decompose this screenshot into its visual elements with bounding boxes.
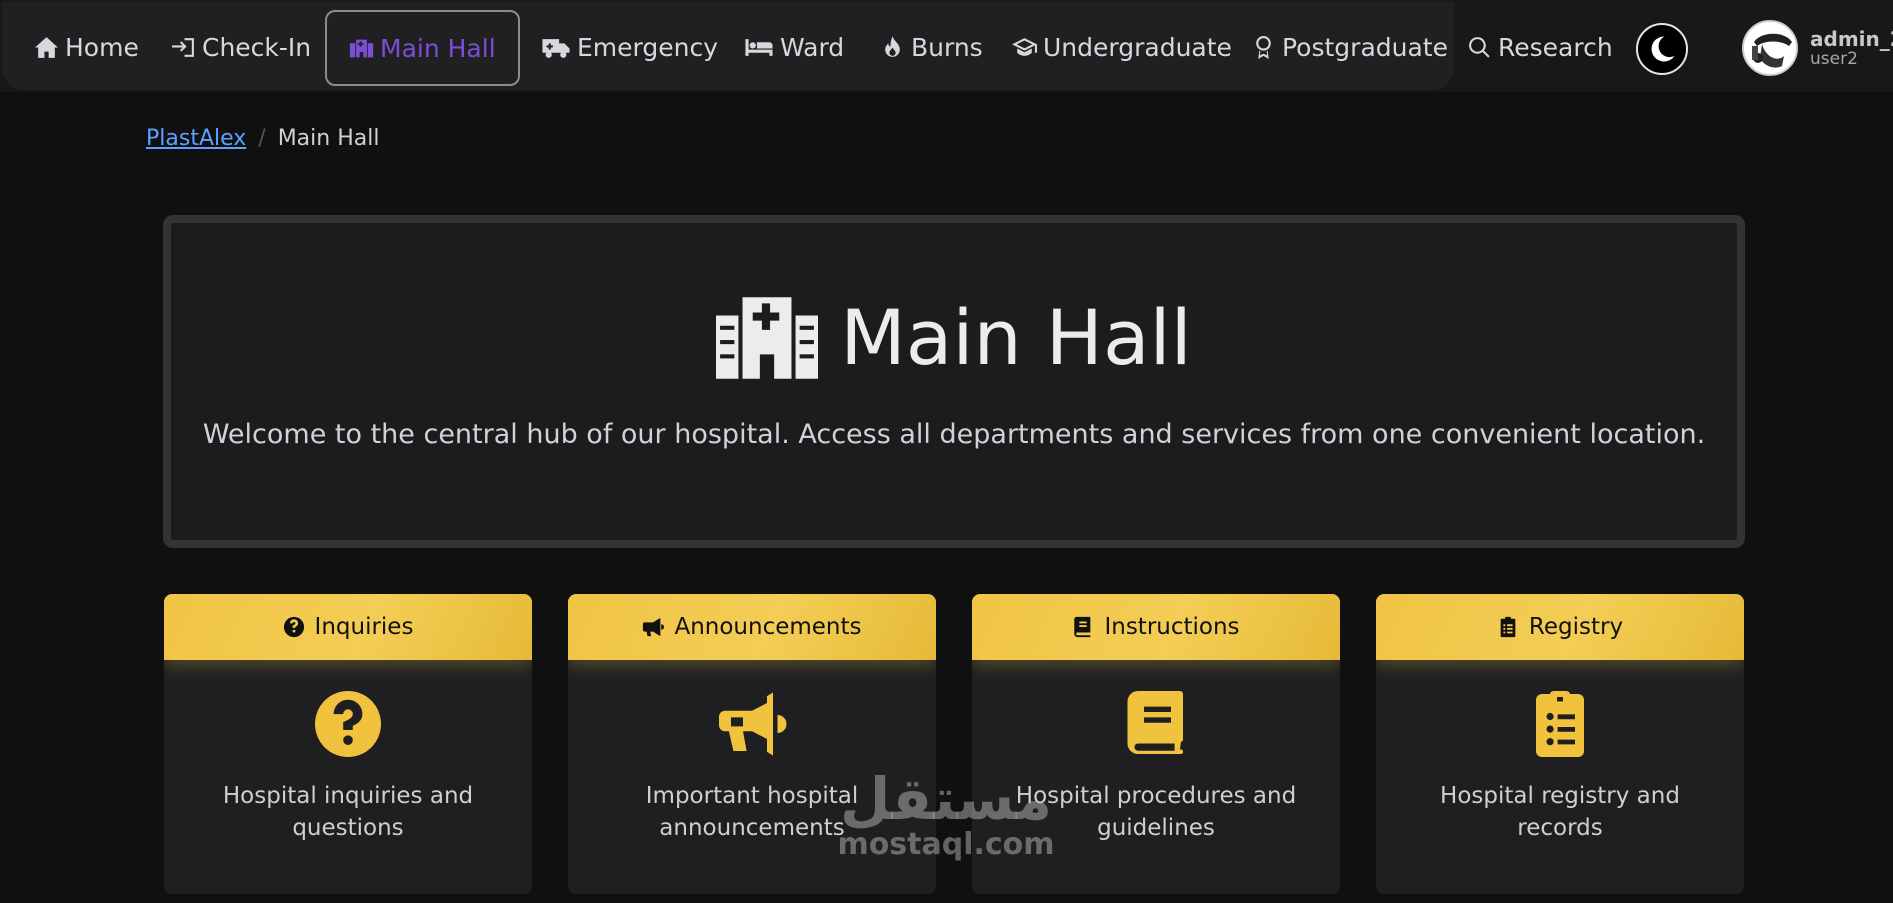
clipboard-list-icon bbox=[1500, 616, 1516, 638]
book-icon bbox=[1074, 616, 1091, 638]
nav-undergraduate[interactable]: Undergraduate bbox=[1012, 26, 1232, 68]
search-icon bbox=[1469, 36, 1490, 58]
card-header: Announcements bbox=[568, 594, 936, 660]
nav-check-in-label: Check-In bbox=[202, 32, 312, 62]
megaphone-icon bbox=[643, 617, 665, 637]
user-menu[interactable]: admin_2 user2 bbox=[1742, 20, 1893, 76]
card-icon bbox=[1524, 688, 1596, 760]
nav-ward-label: Ward bbox=[780, 32, 845, 62]
nav-burns[interactable]: Burns bbox=[880, 26, 983, 68]
breadcrumb-root-link[interactable]: PlastAlex bbox=[146, 126, 246, 151]
award-icon bbox=[1256, 35, 1271, 59]
card-registry[interactable]: Registry Hospital registry and records bbox=[1376, 594, 1744, 894]
graduation-cap-icon bbox=[1012, 37, 1037, 56]
nav-research-label: Research bbox=[1498, 32, 1613, 62]
card-description: Hospital registry and records bbox=[1440, 783, 1680, 842]
card-description: Hospital inquiries and questions bbox=[222, 783, 474, 842]
book-icon bbox=[1127, 691, 1184, 754]
breadcrumb-current: Main Hall bbox=[277, 126, 380, 151]
user-role: user2 bbox=[1810, 48, 1858, 69]
nav-postgraduate-label: Postgraduate bbox=[1282, 32, 1448, 62]
nav-emergency-label: Emergency bbox=[577, 32, 719, 62]
clipboard-list-icon bbox=[1536, 691, 1584, 757]
nav-home-label: Home bbox=[65, 32, 139, 62]
watermark: مستقل mostaql.com bbox=[826, 770, 1066, 861]
pharaoh-avatar-icon bbox=[1744, 22, 1796, 74]
nav-burns-label: Burns bbox=[911, 32, 983, 62]
hero-panel: Main Hall Welcome to the central hub of … bbox=[163, 215, 1745, 548]
nav-undergraduate-label: Undergraduate bbox=[1043, 32, 1232, 62]
hero-title-text: Main Hall bbox=[840, 293, 1192, 382]
nav-main-hall[interactable]: Main Hall bbox=[325, 10, 520, 86]
card-icon bbox=[1120, 688, 1192, 760]
card-header: Registry bbox=[1376, 594, 1744, 660]
nav-main-hall-label: Main Hall bbox=[380, 33, 496, 63]
breadcrumb-separator: / bbox=[258, 126, 266, 151]
nav-ward[interactable]: Ward bbox=[744, 26, 844, 68]
theme-toggle-button[interactable] bbox=[1636, 23, 1688, 75]
hospital-icon bbox=[349, 39, 374, 57]
question-circle-icon bbox=[315, 691, 381, 757]
moon-icon bbox=[1651, 36, 1675, 62]
sign-in-icon bbox=[172, 37, 194, 57]
nav-emergency[interactable]: Emergency bbox=[541, 26, 718, 68]
card-icon bbox=[312, 688, 384, 760]
ambulance-icon bbox=[542, 38, 570, 58]
nav-check-in[interactable]: Check-In bbox=[171, 26, 311, 68]
top-navbar: Home Check-In Main Hall Emergency Ward B… bbox=[0, 0, 1893, 92]
breadcrumb: PlastAlex / Main Hall bbox=[146, 126, 379, 151]
fire-icon bbox=[885, 35, 900, 57]
card-title: Registry bbox=[1528, 614, 1624, 640]
watermark-arabic: مستقل bbox=[839, 765, 1053, 833]
hospital-icon bbox=[716, 296, 819, 379]
card-icon bbox=[716, 688, 788, 760]
avatar bbox=[1742, 20, 1798, 76]
nav-research[interactable]: Research bbox=[1467, 26, 1613, 68]
user-name: admin_2 bbox=[1810, 26, 1893, 51]
card-title: Instructions bbox=[1104, 614, 1240, 640]
hero-subtitle: Welcome to the central hub of our hospit… bbox=[202, 419, 1706, 450]
watermark-latin: mostaql.com bbox=[837, 827, 1055, 862]
home-icon bbox=[35, 36, 58, 58]
card-header: Instructions bbox=[972, 594, 1340, 660]
card-title: Announcements bbox=[674, 614, 862, 640]
nav-postgraduate[interactable]: Postgraduate bbox=[1251, 26, 1448, 68]
question-circle-icon bbox=[283, 616, 304, 638]
nav-home[interactable]: Home bbox=[34, 26, 139, 68]
megaphone-icon bbox=[719, 692, 787, 756]
bed-icon bbox=[745, 38, 773, 56]
card-title: Inquiries bbox=[314, 614, 414, 640]
card-header: Inquiries bbox=[164, 594, 532, 660]
card-inquiries[interactable]: Inquiries Hospital inquiries and questio… bbox=[164, 594, 532, 894]
page-title: Main Hall bbox=[171, 293, 1737, 382]
